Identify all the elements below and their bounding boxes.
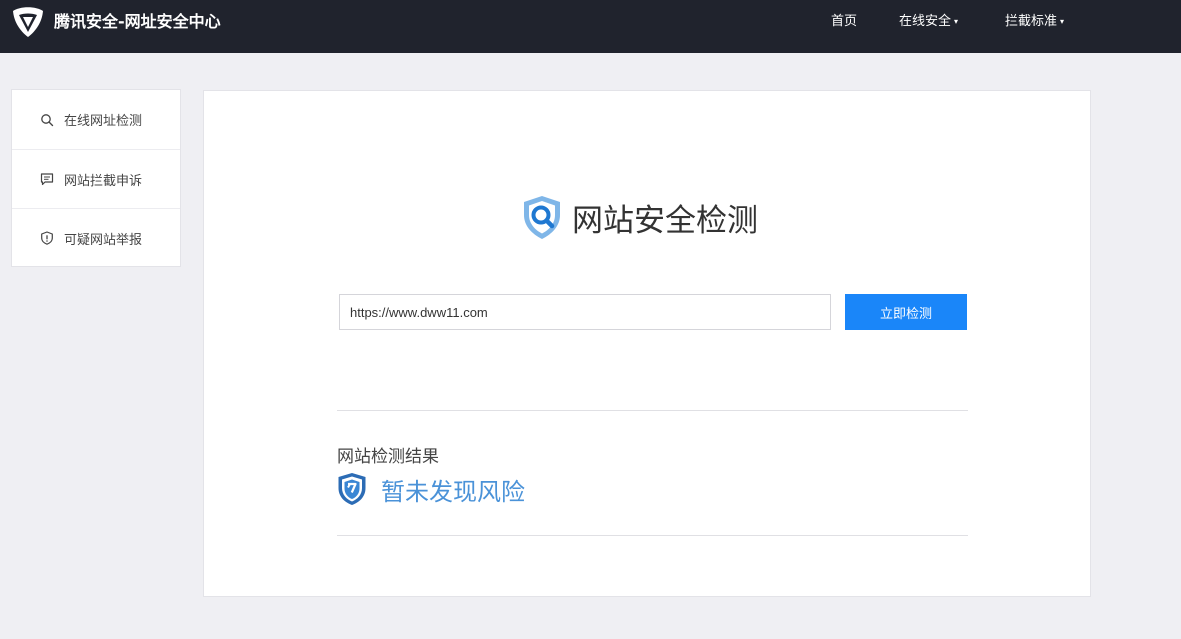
sidebar: 在线网址检测 网站拦截申诉 可疑网站举报 — [11, 89, 181, 267]
sidebar-item-url-check[interactable]: 在线网址检测 — [12, 90, 180, 149]
result-label: 网站检测结果 — [337, 447, 439, 467]
safe-shield-icon — [338, 473, 366, 505]
page-heading: 网站安全检测 — [518, 192, 758, 242]
nav-block-standard-label: 拦截标准 — [1005, 14, 1058, 29]
sidebar-item-label: 网站拦截申诉 — [64, 173, 143, 189]
result-status-text: 暂未发现风险 — [381, 477, 525, 506]
url-input[interactable] — [339, 294, 831, 330]
sidebar-item-report[interactable]: 可疑网站举报 — [12, 208, 180, 267]
nav-home[interactable]: 首页 — [831, 0, 857, 44]
sidebar-item-appeal[interactable]: 网站拦截申诉 — [12, 149, 180, 208]
divider — [337, 410, 968, 411]
sidebar-item-label: 可疑网站举报 — [64, 232, 143, 248]
main-panel: 网站安全检测 立即检测 网站检测结果 暂未发现风险 — [203, 90, 1091, 597]
shield-alert-icon — [41, 231, 53, 245]
nav-home-label: 首页 — [831, 14, 858, 29]
sidebar-item-label: 在线网址检测 — [64, 114, 143, 129]
shield-search-icon — [524, 196, 560, 239]
tencent-security-logo-icon — [13, 7, 43, 37]
brand-title: 腾讯安全-网址安全中心 — [54, 12, 221, 31]
detect-now-button[interactable]: 立即检测 — [845, 294, 967, 330]
chevron-down-icon: ▾ — [1060, 17, 1065, 26]
result-status: 暂未发现风险 — [337, 471, 525, 507]
nav-block-standard[interactable]: 拦截标准 ▾ — [1005, 0, 1064, 44]
brand[interactable]: 腾讯安全-网址安全中心 — [10, 4, 221, 40]
search-icon — [41, 113, 54, 126]
chevron-down-icon: ▾ — [954, 17, 959, 26]
top-navigation-bar: 腾讯安全-网址安全中心 首页 在线安全 ▾ 拦截标准 ▾ — [0, 0, 1181, 53]
page-title: 网站安全检测 — [572, 202, 758, 239]
message-icon — [40, 173, 54, 186]
divider — [337, 535, 968, 536]
nav-online-security-label: 在线安全 — [899, 14, 952, 29]
nav-online-security[interactable]: 在线安全 ▾ — [899, 0, 958, 44]
